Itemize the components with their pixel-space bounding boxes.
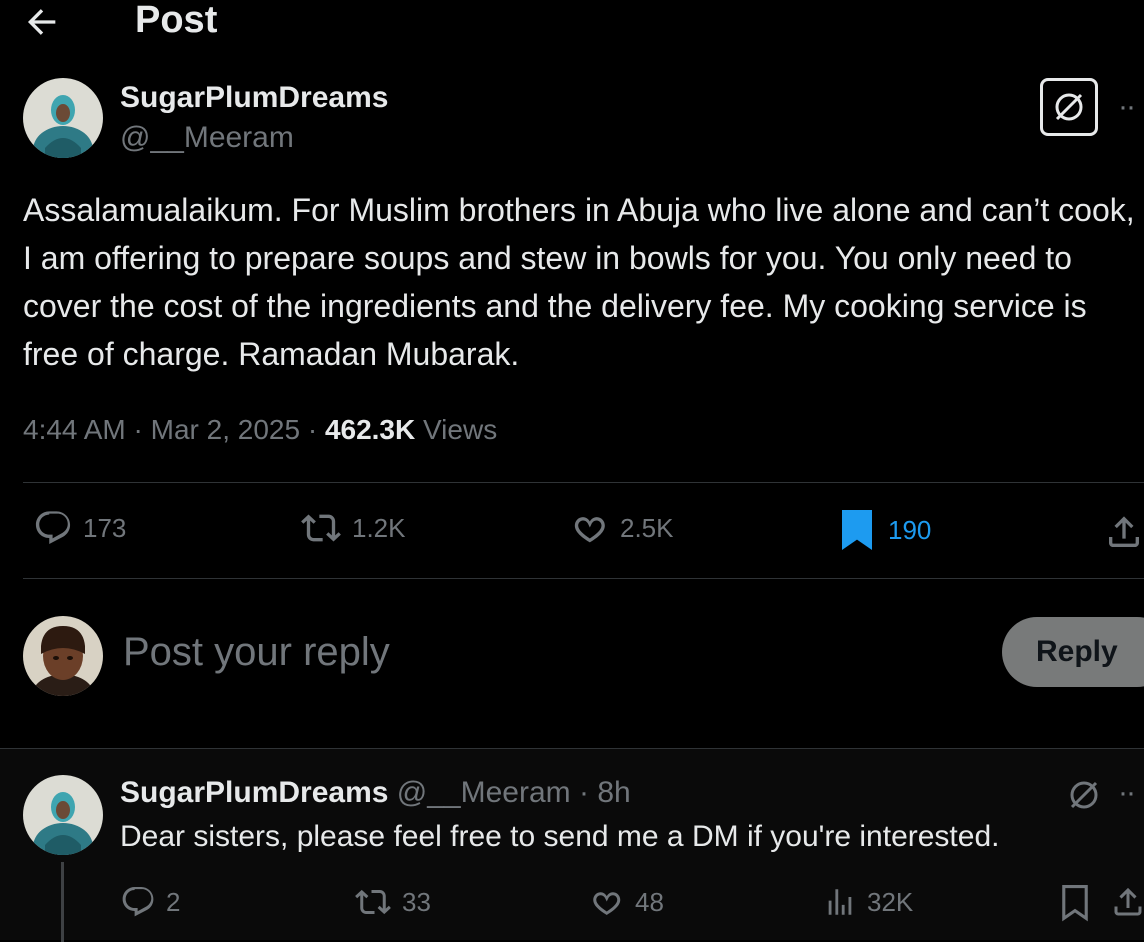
share-icon[interactable]	[1104, 512, 1144, 552]
reply-icon	[33, 508, 73, 548]
comment-repost-count: 33	[402, 886, 431, 917]
tweet-time[interactable]: 4:44 AM	[23, 414, 126, 445]
heart-icon	[568, 508, 610, 548]
repost-icon	[354, 884, 392, 920]
tweet-date[interactable]: Mar 2, 2025	[151, 414, 300, 445]
divider	[23, 482, 1144, 483]
like-action[interactable]: 2.5K	[568, 508, 674, 548]
comment-separator: ·	[578, 776, 589, 809]
comment-views-action[interactable]: 32K	[823, 884, 913, 920]
like-count: 2.5K	[620, 512, 674, 543]
comment-reply-count: 2	[166, 886, 181, 917]
tweet-text: Assalamualaikum. For Muslim brothers in …	[23, 192, 1135, 372]
more-options-icon[interactable]: ··	[1118, 90, 1136, 124]
share-icon[interactable]	[1110, 884, 1144, 920]
bookmark-action[interactable]: 190	[840, 508, 931, 552]
views-count: 462.3K	[324, 414, 416, 445]
comment-handle[interactable]: @__Meeram	[397, 776, 571, 809]
grok-button[interactable]	[1040, 78, 1098, 136]
current-user-avatar[interactable]	[23, 616, 103, 696]
author-display-name[interactable]: SugarPlumDreams	[120, 80, 388, 116]
tweet-meta: 4:44 AM · Mar 2, 2025 · 462.3K Views	[23, 414, 498, 445]
comment-like-action[interactable]: 48	[587, 884, 664, 920]
comment-display-name[interactable]: SugarPlumDreams	[120, 776, 388, 809]
repost-icon	[300, 508, 342, 548]
comment-views-count: 32K	[867, 886, 914, 917]
bookmark-icon[interactable]	[1058, 884, 1092, 922]
grok-icon	[1051, 89, 1087, 125]
bookmark-filled-icon	[840, 508, 874, 552]
grok-icon[interactable]	[1066, 777, 1102, 813]
reply-button[interactable]: Reply	[1002, 617, 1144, 687]
comment-header: SugarPlumDreams @__Meeram · 8h	[120, 775, 631, 811]
author-handle[interactable]: @__Meeram	[120, 120, 294, 156]
comment-more-options-icon[interactable]: ··	[1118, 776, 1136, 810]
page-title: Post	[135, 0, 218, 41]
views-label: Views	[423, 414, 498, 445]
comment-reply-action[interactable]: 2	[120, 884, 180, 920]
repost-count: 1.2K	[352, 512, 406, 543]
thread-line	[61, 862, 64, 942]
bookmark-count: 190	[888, 514, 932, 545]
divider	[23, 578, 1144, 579]
reply-icon	[120, 884, 156, 920]
reply-count: 173	[83, 512, 127, 543]
analytics-icon	[823, 884, 857, 920]
comment-text: Dear sisters, please feel free to send m…	[120, 820, 1000, 853]
reply-input[interactable]: Post your reply	[123, 628, 390, 676]
repost-action[interactable]: 1.2K	[300, 508, 406, 548]
comment-author-avatar[interactable]	[23, 775, 103, 855]
back-arrow-icon[interactable]	[22, 2, 62, 42]
comment-repost-action[interactable]: 33	[354, 884, 431, 920]
author-avatar[interactable]	[23, 78, 103, 158]
reply-action[interactable]: 173	[33, 508, 126, 548]
comment-age[interactable]: 8h	[597, 776, 630, 809]
comment-like-count: 48	[635, 886, 664, 917]
heart-icon	[587, 884, 625, 920]
